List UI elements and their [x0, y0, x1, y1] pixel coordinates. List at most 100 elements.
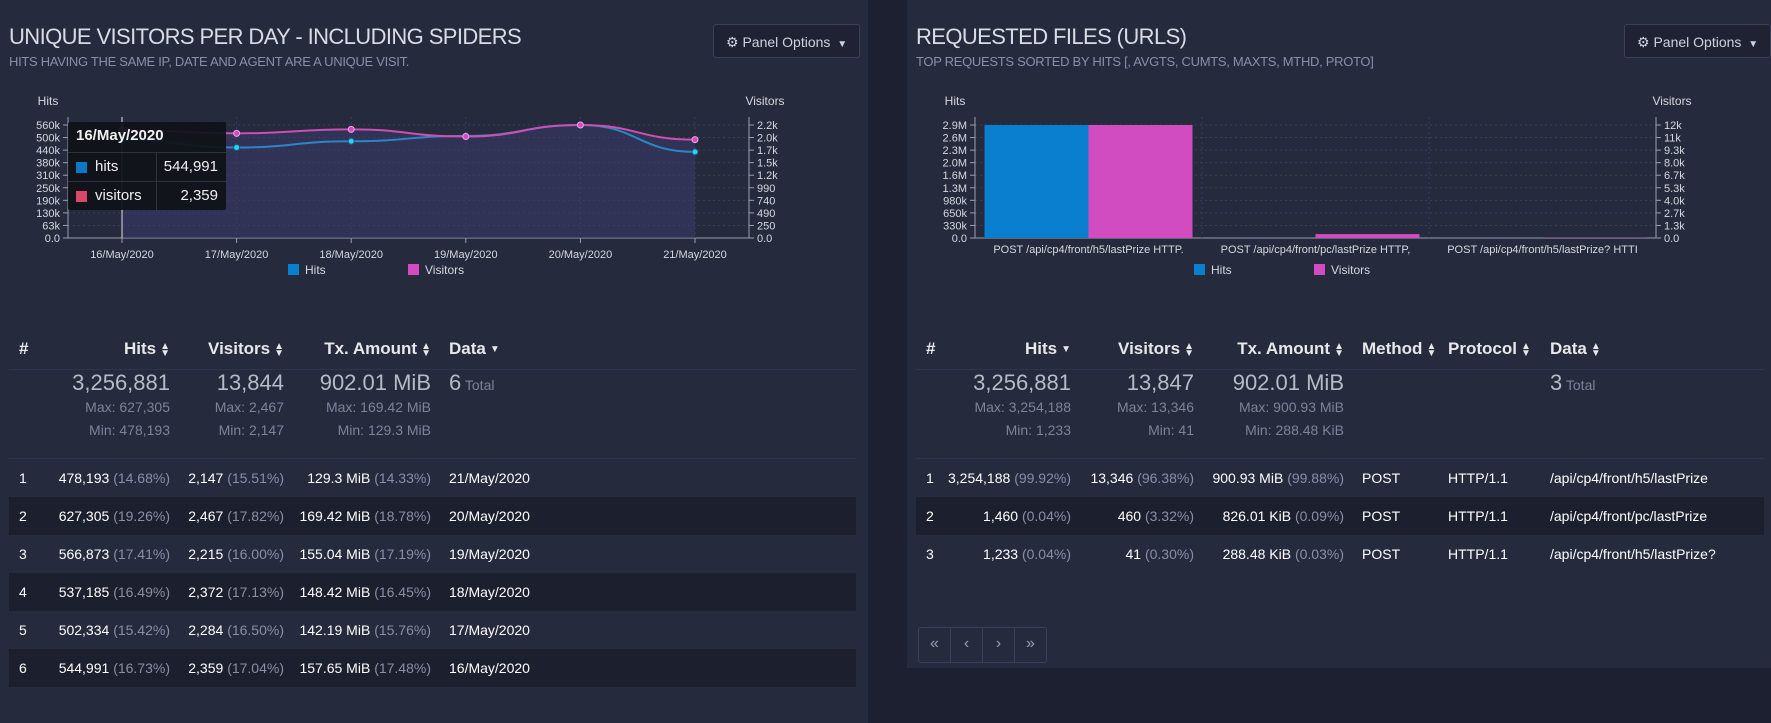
y-tick-label: 330k: [943, 220, 967, 232]
y2-tick-label: 8.0k: [1664, 158, 1685, 170]
y2-tick-label: 990: [757, 183, 775, 195]
table-row[interactable]: 2 627,305 (19.26%) 2,467 (17.82%) 169.42 Mi…: [9, 497, 856, 535]
hits-total: 3,256,881: [72, 370, 170, 395]
tx-max: Max: 169.42 MiB: [325, 399, 431, 415]
row-index-value: 6: [19, 660, 27, 676]
y-tick-label: 2.3M: [943, 145, 967, 157]
visitors-min: Min: 2,147: [218, 422, 284, 438]
row-protocol: HTTP/1.1: [1438, 535, 1540, 573]
col-header-data[interactable]: Data ▼: [431, 329, 856, 370]
y-tick-label: 0.0: [952, 233, 967, 245]
table-row[interactable]: 4 537,185 (16.49%) 2,372 (17.13%) 148.42 Mi…: [9, 573, 856, 611]
row-visitors: 2,284 (16.50%): [170, 611, 284, 649]
row-hits: 566,873 (17.41%): [39, 535, 170, 573]
col-header-visitors-label: Visitors: [208, 339, 271, 358]
row-hits-pct: (0.04%): [1021, 546, 1071, 562]
table-row[interactable]: 5 502,334 (15.42%) 2,284 (16.50%) 142.19 Mi…: [9, 611, 856, 649]
table-row[interactable]: 2 1,460 (0.04%) 460 (3.32%) 826.01 KiB (0.0…: [916, 497, 1764, 535]
row-visitors-value: 41: [1125, 546, 1142, 562]
last-page-button[interactable]: »: [1015, 628, 1046, 662]
row-hits-pct: (17.41%): [113, 546, 170, 562]
row-tx: 900.93 MiB (99.88%): [1194, 459, 1344, 498]
row-hits: 1,233 (0.04%): [948, 535, 1071, 573]
sort-icon: ▲ ▼: [274, 340, 284, 359]
table-row[interactable]: 1 3,254,188 (99.92%) 13,346 (96.38%) 900.93…: [916, 459, 1764, 498]
row-protocol: HTTP/1.1: [1438, 497, 1540, 535]
x-tick-label: 17/May/2020: [205, 249, 269, 261]
tx-total: 902.01 MiB: [1232, 370, 1344, 395]
col-header-tx-label: Tx. Amount: [324, 339, 418, 358]
col-header-index: #: [19, 339, 29, 358]
col-header-method[interactable]: Method ▲ ▼: [1344, 329, 1438, 370]
col-header-protocol[interactable]: Protocol ▲ ▼: [1438, 329, 1540, 370]
row-visitors: 2,215 (16.00%): [170, 535, 284, 573]
col-header-hits[interactable]: Hits ▲ ▼: [39, 329, 170, 370]
y2-tick-label: 1.3k: [1664, 220, 1685, 232]
x-tick-label: POST /api/cp4/front/pc/lastPrize HTTP,: [1221, 244, 1411, 256]
sort-icon: ▲ ▼: [1426, 340, 1437, 359]
col-header-tx[interactable]: Tx. Amount ▲ ▼: [284, 329, 431, 370]
row-visitors: 2,372 (17.13%): [170, 573, 284, 611]
row-visitors: 2,359 (17.04%): [170, 649, 284, 687]
col-header-tx[interactable]: Tx. Amount ▲ ▼: [1194, 329, 1344, 370]
legend-swatch: [288, 264, 299, 275]
row-index: 6: [9, 649, 39, 687]
col-header-visitors-label: Visitors: [1118, 339, 1181, 358]
col-header-data[interactable]: Data ▲ ▼: [1540, 329, 1764, 370]
col-header-visitors[interactable]: Visitors ▲ ▼: [170, 329, 284, 370]
y2-tick-label: 2.0k: [757, 133, 778, 145]
row-visitors-pct: (17.13%): [227, 584, 284, 600]
y-tick-label: 250k: [36, 183, 60, 195]
first-page-button[interactable]: «: [919, 628, 951, 662]
row-data: /api/cp4/front/h5/lastPrize: [1540, 459, 1764, 498]
gear-icon: ⚙: [1637, 34, 1650, 50]
y-tick-label: 190k: [36, 195, 60, 207]
col-header-data-label: Data: [1550, 339, 1587, 358]
caret-down-icon: ▼: [1748, 39, 1759, 50]
panel-options-label: Panel Options: [742, 34, 831, 50]
row-index-value: 2: [926, 508, 934, 524]
y2-tick-label: 6.7k: [1664, 170, 1685, 182]
row-tx: 826.01 KiB (0.09%): [1194, 497, 1344, 535]
tooltip-visitors-label: visitors: [95, 187, 142, 204]
tx-total: 902.01 MiB: [319, 370, 431, 395]
row-index-value: 1: [926, 470, 934, 486]
row-visitors-value: 2,284: [188, 622, 224, 638]
caret-down-icon: ▼: [837, 39, 848, 50]
row-tx-pct: (99.88%): [1287, 470, 1344, 486]
col-header-hits-label: Hits: [1024, 339, 1058, 358]
row-tx-pct: (0.09%): [1294, 508, 1344, 524]
y-tick-label: 0.0: [45, 233, 60, 245]
row-data-value: /api/cp4/front/h5/lastPrize: [1550, 470, 1708, 486]
pagination: « ‹ › »: [918, 627, 1047, 663]
table-row[interactable]: 6 544,991 (16.73%) 2,359 (17.04%) 157.65 Mi…: [9, 649, 856, 687]
next-page-button[interactable]: ›: [983, 628, 1015, 662]
row-tx: 288.48 KiB (0.03%): [1194, 535, 1344, 573]
row-visitors-pct: (17.82%): [227, 508, 284, 524]
table-row[interactable]: 3 566,873 (17.41%) 2,215 (16.00%) 155.04 Mi…: [9, 535, 856, 573]
row-index: 2: [916, 497, 948, 535]
row-hits: 544,991 (16.73%): [39, 649, 170, 687]
requests-table: # Hits ▼ Visitors ▲ ▼ Tx. Amount ▲ ▼ Method ▲ ▼…: [916, 329, 1764, 573]
table-row[interactable]: 1 478,193 (14.68%) 2,147 (15.51%) 129.3 MiB…: [9, 459, 856, 498]
row-index: 3: [916, 535, 948, 573]
row-tx-pct: (16.45%): [374, 584, 431, 600]
row-visitors: 13,346 (96.38%): [1071, 459, 1194, 498]
hits-total: 3,256,881: [973, 370, 1071, 395]
sort-icon: ▲ ▼: [421, 340, 431, 359]
panel-options-button[interactable]: ⚙ Panel Options ▼: [1624, 24, 1771, 58]
hits-point: [233, 144, 241, 152]
y-tick-label: 130k: [36, 208, 60, 220]
prev-page-button[interactable]: ‹: [951, 628, 983, 662]
y-tick-label: 440k: [36, 145, 60, 157]
row-index: 4: [9, 573, 39, 611]
row-tx-pct: (18.78%): [374, 508, 431, 524]
y-tick-label: 2.9M: [943, 120, 967, 132]
col-header-hits[interactable]: Hits ▼: [948, 329, 1071, 370]
panel-options-button[interactable]: ⚙ Panel Options ▼: [713, 24, 861, 58]
row-protocol-value: HTTP/1.1: [1448, 508, 1508, 524]
col-header-visitors[interactable]: Visitors ▲ ▼: [1071, 329, 1194, 370]
requests-bar-chart: 0.0 0.0330k 1.3k650k 2.7k980k 4.0k1.3M 5.3k1.…: [943, 95, 1692, 277]
sort-icon: ▲ ▼: [160, 340, 170, 359]
table-row[interactable]: 3 1,233 (0.04%) 41 (0.30%) 288.48 KiB (0.03…: [916, 535, 1764, 573]
